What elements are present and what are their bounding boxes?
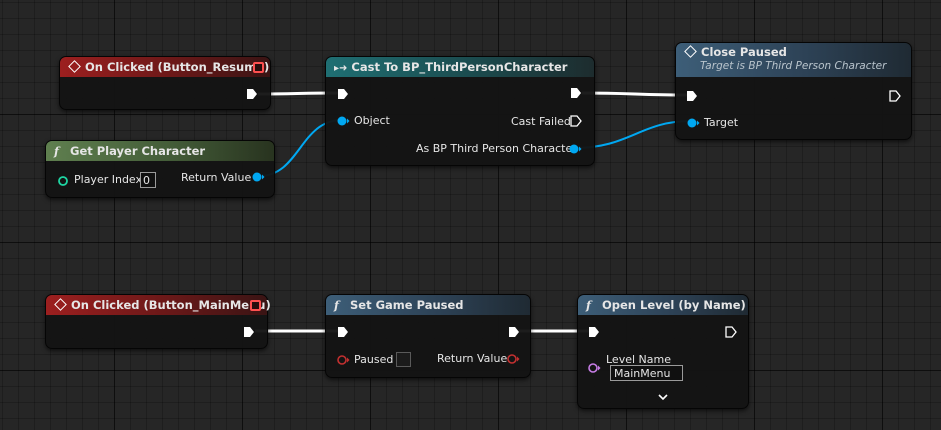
node-title: On Clicked (Button_Resume) [85, 60, 270, 74]
node-get-player-character[interactable]: f Get Player Character Player Index 0 Ret… [45, 140, 275, 198]
node-on-clicked-mainmenu[interactable]: On Clicked (Button_MainMenu) [45, 294, 271, 349]
exec-out-pin[interactable] [570, 87, 582, 99]
delegate-pin-icon[interactable] [250, 300, 261, 311]
function-f-icon: f [586, 298, 591, 312]
exec-out-pin[interactable] [243, 326, 255, 338]
pin-label-as-bp-third-person-character: As BP Third Person Character [416, 142, 577, 155]
object-pin-as-bp-third-person-character[interactable] [568, 143, 582, 155]
pin-label-return-value: Return Value [437, 352, 508, 365]
exec-in-pin[interactable] [588, 326, 600, 338]
function-f-icon: f [334, 298, 339, 312]
node-on-clicked-resume[interactable]: On Clicked (Button_Resume) [59, 56, 271, 110]
node-subtitle: Target is BP Third Person Character [700, 60, 887, 72]
pin-label-return-value: Return Value [181, 171, 252, 184]
exec-wire-cast-to-close [581, 91, 689, 97]
exec-in-pin[interactable] [686, 90, 698, 102]
pin-label-object: Object [354, 114, 390, 127]
node-header[interactable]: f Get Player Character [46, 141, 274, 161]
node-title: Set Game Paused [350, 298, 464, 312]
exec-in-pin[interactable] [337, 326, 349, 338]
object-pin-object[interactable] [336, 115, 350, 127]
node-header[interactable]: On Clicked (Button_Resume) [60, 57, 270, 77]
object-pin-return-value[interactable] [251, 171, 265, 183]
exec-out-cast-failed-pin[interactable] [570, 115, 582, 127]
pin-label-cast-failed: Cast Failed [511, 115, 571, 128]
int-pin-player-index[interactable] [57, 175, 69, 187]
event-diamond-icon [684, 45, 697, 58]
object-pin-target[interactable] [686, 117, 700, 129]
event-diamond-icon [54, 298, 67, 311]
node-title: Close Paused [701, 45, 787, 59]
level-name-field[interactable]: MainMenu [610, 365, 683, 381]
node-open-level-by-name[interactable]: f Open Level (by Name) Level Name MainMen… [577, 294, 749, 409]
node-title: Open Level (by Name) [602, 298, 746, 312]
node-header[interactable]: ▸➜ Cast To BP_ThirdPersonCharacter [326, 57, 594, 77]
node-title: Cast To BP_ThirdPersonCharacter [351, 60, 568, 74]
node-set-game-paused[interactable]: f Set Game Paused Paused Return Value [325, 294, 531, 378]
exec-in-pin[interactable] [337, 88, 349, 100]
node-cast-to-bp-third-person-character[interactable]: ▸➜ Cast To BP_ThirdPersonCharacter Object… [325, 56, 595, 166]
pin-label-target: Target [704, 116, 739, 129]
bool-pin-paused[interactable] [336, 354, 350, 366]
exec-out-pin[interactable] [889, 90, 901, 102]
pin-label-paused: Paused [354, 353, 394, 366]
cast-arrow-icon: ▸➜ [334, 63, 348, 74]
delegate-pin-icon[interactable] [253, 62, 264, 73]
node-close-paused[interactable]: Close Paused Target is BP Third Person C… [675, 42, 912, 140]
node-header[interactable]: f Open Level (by Name) [578, 295, 748, 315]
node-title: Get Player Character [70, 144, 206, 158]
node-header[interactable]: On Clicked (Button_MainMenu) [46, 295, 271, 315]
node-header[interactable]: f Set Game Paused [326, 295, 530, 315]
node-title: On Clicked (Button_MainMenu) [71, 298, 271, 312]
node-header[interactable]: Close Paused Target is BP Third Person C… [676, 43, 911, 77]
exec-out-pin[interactable] [508, 326, 520, 338]
player-index-field[interactable]: 0 [140, 172, 156, 188]
name-pin-level-name[interactable] [587, 362, 601, 374]
event-diamond-icon [68, 60, 81, 73]
paused-checkbox[interactable] [396, 352, 411, 367]
exec-out-pin[interactable] [246, 88, 258, 100]
bool-pin-return-value[interactable] [506, 353, 520, 365]
chevron-down-icon[interactable] [657, 392, 669, 402]
exec-out-pin[interactable] [725, 326, 737, 338]
pin-label-player-index: Player Index [74, 173, 143, 186]
function-f-icon: f [54, 144, 59, 158]
